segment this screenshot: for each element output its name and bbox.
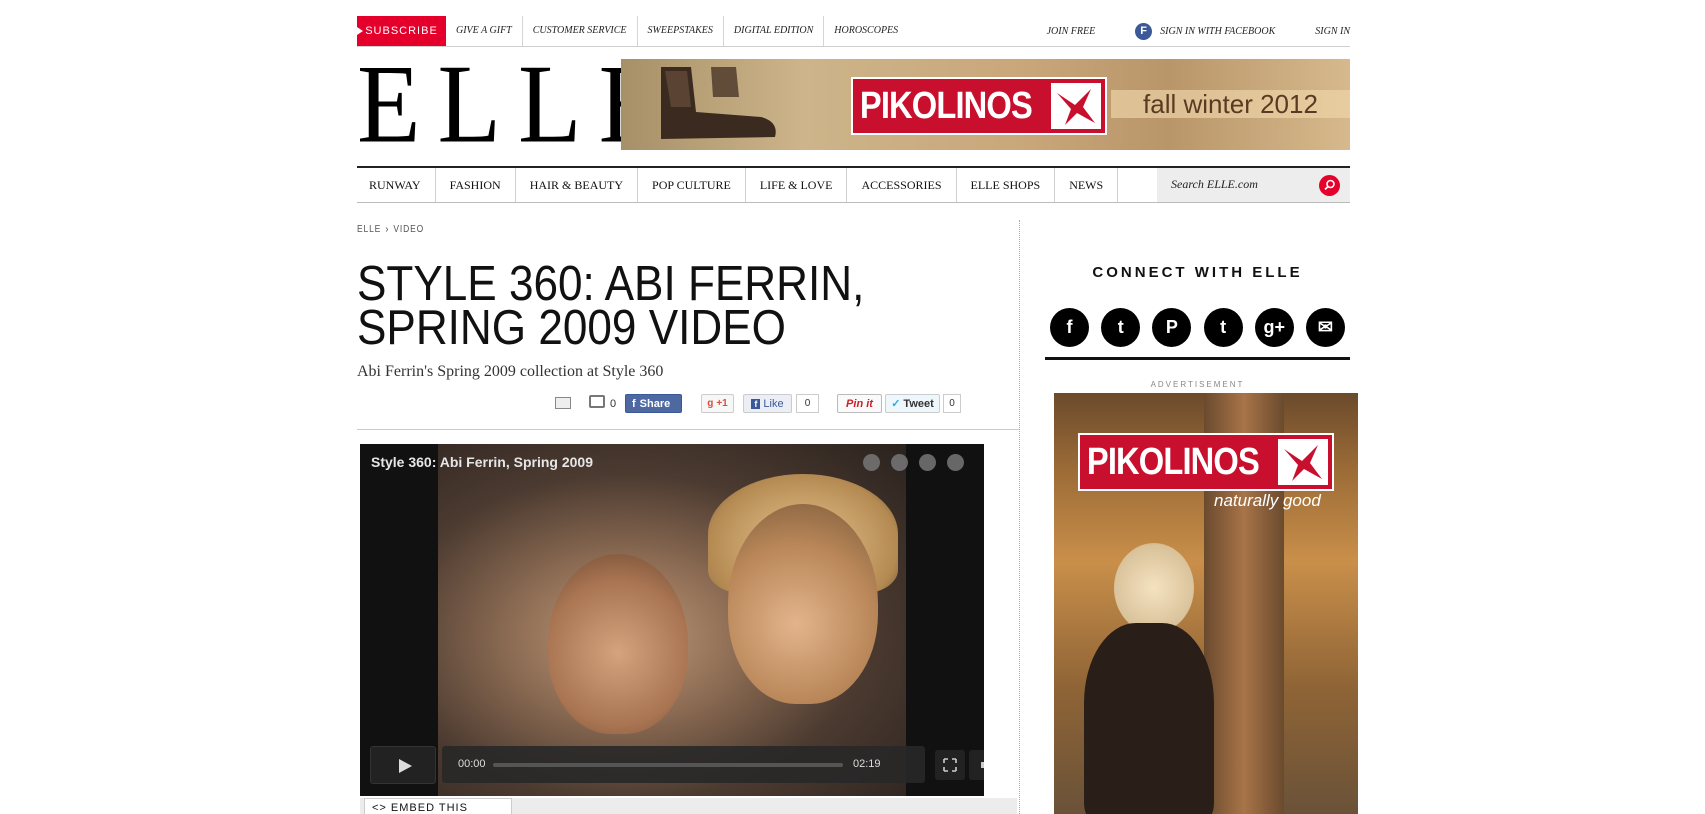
nav-fashion[interactable]: FASHION [436, 168, 516, 202]
facebook-signin-label: SIGN IN WITH FACEBOOK [1160, 25, 1276, 37]
banner-tagline: fall winter 2012 [1111, 90, 1350, 118]
nav-life-love[interactable]: LIFE & LOVE [746, 168, 848, 202]
twitter-icon[interactable]: t [1101, 308, 1141, 347]
video-subject-left [548, 554, 688, 734]
google-plus-one-button[interactable]: g +1 [701, 394, 734, 413]
model-image [1084, 543, 1234, 814]
pikolinos-logo: PIKOLINOS [1078, 433, 1334, 491]
video-frame [438, 444, 906, 796]
volume-icon [981, 762, 984, 768]
tweet-count: 0 [943, 394, 961, 413]
digital-edition-link[interactable]: DIGITAL EDITION [724, 16, 825, 46]
email-share-icon[interactable] [555, 397, 571, 409]
account-links: JOIN FREE f SIGN IN WITH FACEBOOK SIGN I… [1007, 16, 1350, 46]
share-bar: 0 f Share g +1 f Like 0 Pin it ✓ Tweet 0 [357, 393, 1019, 430]
model-body [1084, 623, 1214, 814]
volume-button[interactable] [969, 750, 984, 780]
facebook-icon[interactable]: f [1050, 308, 1089, 347]
nav-news[interactable]: NEWS [1055, 168, 1119, 202]
model-hair [1114, 543, 1194, 633]
like-count: 0 [796, 394, 819, 413]
main-nav: RUNWAY FASHION HAIR & BEAUTY POP CULTURE… [357, 166, 1350, 203]
embed-row: <> EMBED THIS VIDEO [360, 798, 1017, 814]
pikolinos-wordmark: PIKOLINOS [1086, 440, 1260, 483]
bird-icon [1051, 83, 1101, 129]
advertisement-label: ADVERTISEMENT [1150, 380, 1245, 389]
join-free-link[interactable]: JOIN FREE [1047, 26, 1096, 37]
tumblr-icon[interactable]: t [1203, 308, 1243, 347]
embed-icon[interactable] [947, 454, 964, 471]
share-icon[interactable] [919, 454, 936, 471]
video-controls: 00:00 02:19 [370, 745, 984, 784]
seek-track[interactable] [493, 763, 843, 767]
like-label: Like [763, 397, 784, 410]
video-title: Style 360: Abi Ferrin, Spring 2009 [371, 454, 594, 470]
breadcrumb: ELLE › VIDEO [357, 224, 424, 235]
email-icon[interactable] [891, 454, 908, 471]
facebook-signin-link[interactable]: f SIGN IN WITH FACEBOOK [1135, 22, 1276, 40]
fullscreen-icon [943, 758, 957, 772]
connect-title: CONNECT WITH ELLE [1092, 264, 1303, 281]
gplus-label: +1 [716, 398, 728, 409]
video-top-controls [863, 454, 964, 471]
breadcrumb-separator: › [385, 224, 390, 235]
pikolinos-wordmark: PIKOLINOS [859, 84, 1033, 127]
duration: 02:19 [853, 758, 881, 770]
pinterest-icon[interactable]: P [1152, 308, 1192, 347]
search-icon [1324, 179, 1335, 191]
nav-runway[interactable]: RUNWAY [357, 168, 436, 202]
sidebar-ad[interactable]: PIKOLINOS naturally good [1054, 393, 1358, 814]
nav-hair-beauty[interactable]: HAIR & BEAUTY [516, 168, 639, 202]
like-facebook-icon: f [751, 398, 761, 409]
page: SUBSCRIBE GIVE A GIFT CUSTOMER SERVICE S… [357, 0, 1358, 814]
sign-in-link[interactable]: SIGN IN [1315, 26, 1350, 37]
search-button[interactable] [1319, 175, 1340, 196]
facebook-f-icon: f [632, 397, 636, 410]
ad-tagline: naturally good [1214, 491, 1321, 510]
search-input[interactable] [1171, 177, 1311, 192]
elle-logo[interactable]: ELLE [357, 48, 662, 160]
comment-count: 0 [610, 398, 617, 410]
fullscreen-button[interactable] [935, 750, 965, 780]
banner-ad[interactable]: PIKOLINOS fall winter 2012 [621, 59, 1350, 150]
video-player[interactable]: Style 360: Abi Ferrin, Spring 2009 00:00… [360, 444, 984, 796]
comment-icon[interactable] [589, 395, 605, 408]
page-title: STYLE 360: ABI FERRIN, SPRING 2009 VIDEO [357, 257, 865, 355]
video-progress-bar[interactable]: 00:00 02:19 [442, 746, 984, 783]
current-time: 00:00 [458, 758, 486, 770]
play-button[interactable] [370, 745, 436, 784]
breadcrumb-home[interactable]: ELLE [357, 224, 381, 235]
nav-pop-culture[interactable]: POP CULTURE [638, 168, 746, 202]
google-plus-icon[interactable]: g+ [1254, 308, 1294, 347]
nav-elle-shops[interactable]: ELLE SHOPS [957, 168, 1056, 202]
column-divider [1019, 220, 1020, 814]
info-icon[interactable] [863, 454, 880, 471]
tweet-button[interactable]: ✓ Tweet [885, 394, 940, 413]
social-links: f t P t g+ ✉ [1045, 308, 1350, 360]
email-icon[interactable]: ✉ [1305, 308, 1345, 347]
pinterest-button[interactable]: Pin it [837, 394, 882, 413]
twitter-bird-icon: ✓ [891, 398, 901, 410]
facebook-like-button[interactable]: f Like [743, 394, 792, 413]
article-dek: Abi Ferrin's Spring 2009 collection at S… [357, 363, 664, 380]
tweet-label: Tweet [903, 397, 934, 410]
nav-accessories[interactable]: ACCESSORIES [847, 168, 957, 202]
video-subject-right [728, 504, 878, 704]
horoscopes-link[interactable]: HOROSCOPES [824, 16, 908, 46]
share-label: Share [639, 397, 671, 410]
bird-icon [1278, 439, 1328, 485]
search-box [1157, 168, 1350, 202]
embed-video-button[interactable]: <> EMBED THIS VIDEO [364, 798, 512, 814]
pikolinos-logo: PIKOLINOS [851, 77, 1107, 135]
breadcrumb-current[interactable]: VIDEO [393, 224, 424, 235]
facebook-icon: f [1135, 22, 1153, 40]
boot-image [661, 67, 776, 139]
facebook-share-button[interactable]: f Share [625, 394, 682, 413]
google-g-icon: g [707, 398, 714, 409]
